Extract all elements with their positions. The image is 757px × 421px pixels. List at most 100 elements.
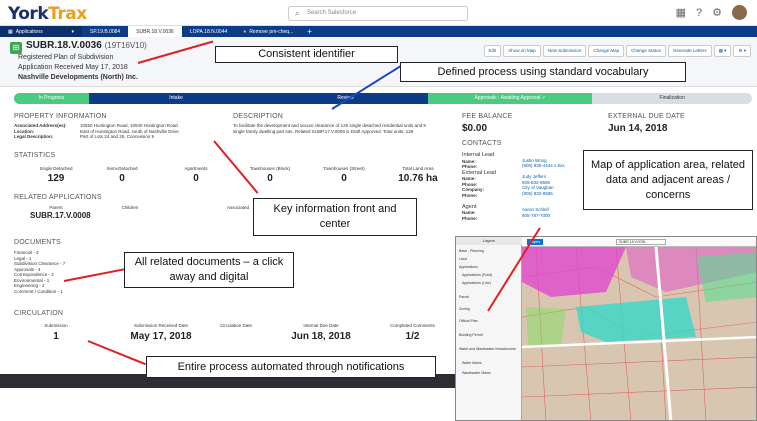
view-menu-button[interactable]: ▦ ▾ [713, 45, 732, 57]
callout-documents: All related documents – a click away and… [124, 252, 294, 288]
path-step-intake[interactable]: Intake [88, 93, 264, 104]
parent-value[interactable]: SUBR.17.V.0008 [30, 211, 91, 220]
record-received: Application Received May 17, 2018 [18, 64, 128, 71]
path-step-finalization[interactable]: Finalization [592, 93, 752, 104]
legal-value: Part of Lots 24 and 25, Concession 9 [80, 134, 155, 139]
address-value: 10550 Huntington Road, 10530 Huntington … [80, 123, 178, 128]
document-category[interactable]: Approvals - 4 [14, 267, 41, 272]
children-label: Children [121, 205, 139, 210]
stat-label: Townhouses (Street) [323, 166, 365, 171]
tab-subr-active[interactable]: SUBR.18.V.0036 [128, 26, 182, 37]
connector-automation [87, 340, 146, 366]
property-heading: PROPERTY INFORMATION [14, 113, 107, 120]
global-search-input[interactable]: ⌕ Search Salesforce [288, 6, 468, 21]
layer-item[interactable]: Land [459, 257, 467, 261]
app-launcher-icon[interactable]: ▦ [676, 6, 686, 19]
callout-map: Map of application area, related data an… [583, 150, 753, 210]
new-submission-button[interactable]: New Submission [542, 45, 587, 57]
tab-applications[interactable]: ▦ Applications ▾ [0, 26, 82, 37]
document-category[interactable]: Subdivision Clearance - 7 [14, 261, 65, 266]
logo-primary: York [8, 4, 49, 24]
help-icon[interactable]: ? [696, 7, 702, 19]
circ-label: Completed Comments [390, 323, 435, 328]
record-alt-id: (19T16V10) [104, 41, 147, 50]
circ-value: Jun 18, 2018 [291, 331, 351, 342]
workspace-tab-bar: ▦ Applications ▾ SP.19.B.0084 SUBR.18.V.00… [0, 26, 757, 37]
gear-icon[interactable]: ⚙ [712, 6, 722, 19]
map-search-input[interactable]: SUBR.18.V.0036 [616, 239, 666, 245]
callout-key-info: Key information front and center [253, 198, 417, 236]
external-phone[interactable]: 905-832-8585 [522, 180, 550, 185]
stat-value: 0 [193, 173, 199, 184]
record-type: Registered Plan of Subdivision [18, 54, 114, 61]
show-on-map-button[interactable]: Show on Map [503, 45, 541, 57]
record-applicant: Nashville Developments (North) Inc. [18, 74, 138, 81]
layer-item[interactable]: Applications (Line) [462, 281, 491, 285]
layer-item[interactable]: Official Plan [459, 319, 478, 323]
tab-sp[interactable]: SP.19.B.0084 [82, 26, 128, 37]
layer-item[interactable]: Parcel [459, 295, 469, 299]
external-phone-2[interactable]: (905) 832-8585 [522, 191, 553, 196]
location-value: East of Huntington Road, south of Nashvi… [80, 128, 179, 134]
fee-heading: FEE BALANCE [462, 113, 513, 120]
agent-heading: Agent [462, 203, 477, 210]
layer-item[interactable]: Water Mains [462, 361, 482, 365]
external-company[interactable]: City of Vaughan [522, 185, 554, 190]
layer-item[interactable]: Base - Planning [459, 249, 484, 253]
contacts-heading: CONTACTS [462, 140, 502, 147]
circ-label: Submission Received Date [133, 323, 189, 328]
new-tab-button[interactable]: + [301, 26, 318, 37]
map-view[interactable]: Layers Base - Planning Land Applications… [455, 236, 757, 421]
statistics-heading: STATISTICS [14, 152, 56, 159]
document-category[interactable]: Environmental - 1 [14, 278, 49, 283]
layer-item[interactable]: Building Permit [459, 333, 483, 337]
location-label: Location: [14, 128, 35, 134]
agent-name[interactable]: Aaron Schleif [522, 207, 549, 212]
document-category[interactable]: Financial - 3 [14, 250, 39, 255]
internal-name[interactable]: Justin Wong [522, 158, 547, 163]
document-category[interactable]: Correspondence - 2 [14, 272, 54, 277]
phone-label: Phone: [462, 215, 478, 221]
map-toolbar: Layers SUBR.18.V.0036 [522, 237, 756, 247]
generate-letters-button[interactable]: Generate Letters [667, 45, 712, 57]
layer-item[interactable]: Zoning [459, 307, 470, 311]
change-status-button[interactable]: Change Status [626, 45, 666, 57]
circ-value: 1/2 [405, 331, 420, 342]
search-placeholder: Search Salesforce [307, 10, 357, 16]
internal-phone[interactable]: (905) 830-4444 x 8xx [522, 163, 565, 168]
property-values: 10550 Huntington Road, 10530 Huntington … [80, 123, 220, 140]
layer-item[interactable]: Applications (Point) [462, 273, 492, 277]
change-map-button[interactable]: Change Map [588, 45, 625, 57]
tab-lopa[interactable]: LOPA.18.N.0044 [182, 26, 235, 37]
tab-remove[interactable]: ● Remove pre-cheq... [235, 26, 301, 37]
document-category[interactable]: Comment / Condition - 1 [14, 289, 63, 294]
stat-label: Semi-Detached [106, 166, 138, 171]
document-category[interactable]: Engineering - 2 [14, 283, 45, 288]
agent-phone[interactable]: 905-787-7000 [522, 213, 550, 218]
address-label: Associated Address(es): [14, 123, 67, 128]
layer-item[interactable]: Wastewater Mains [462, 371, 491, 375]
avatar[interactable] [732, 5, 747, 20]
record-id: SUBR.18.V.0036 [26, 40, 102, 51]
description-text: To facilitate the development and secure… [233, 123, 448, 134]
name-label: Name: [462, 210, 476, 215]
name-label: Name: [462, 176, 476, 181]
description-heading: DESCRIPTION [233, 113, 284, 120]
layer-item[interactable]: Water and Wastewater Infrastructure [459, 347, 519, 351]
path-step-approvals[interactable]: Approvals : Awaiting Approval ✓ [427, 93, 593, 104]
settings-menu-button[interactable]: ⚙ ▾ [733, 45, 751, 57]
tab-label: LOPA.18.N.0044 [189, 28, 228, 35]
associated-label: Associated [226, 205, 249, 210]
document-category[interactable]: Legal - 1 [14, 256, 32, 261]
callout-identifier: Consistent identifier [215, 46, 398, 63]
layer-item[interactable]: Applications [459, 265, 478, 269]
edit-button[interactable]: Edit [483, 45, 502, 57]
company-label: Company: [462, 187, 485, 192]
app-logo[interactable]: YorkTrax [8, 4, 87, 24]
documents-list: Financial - 3 Legal - 1 Subdivision Clea… [14, 250, 104, 294]
callout-process: Defined process using standard vocabular… [400, 62, 686, 82]
record-title: SUBR.18.V.0036 (19T16V10) [26, 40, 147, 51]
external-name[interactable]: Judy Jeffers [522, 174, 546, 179]
search-icon: ⌕ [295, 9, 300, 18]
path-step-in-progress[interactable]: In Progress [14, 93, 89, 104]
